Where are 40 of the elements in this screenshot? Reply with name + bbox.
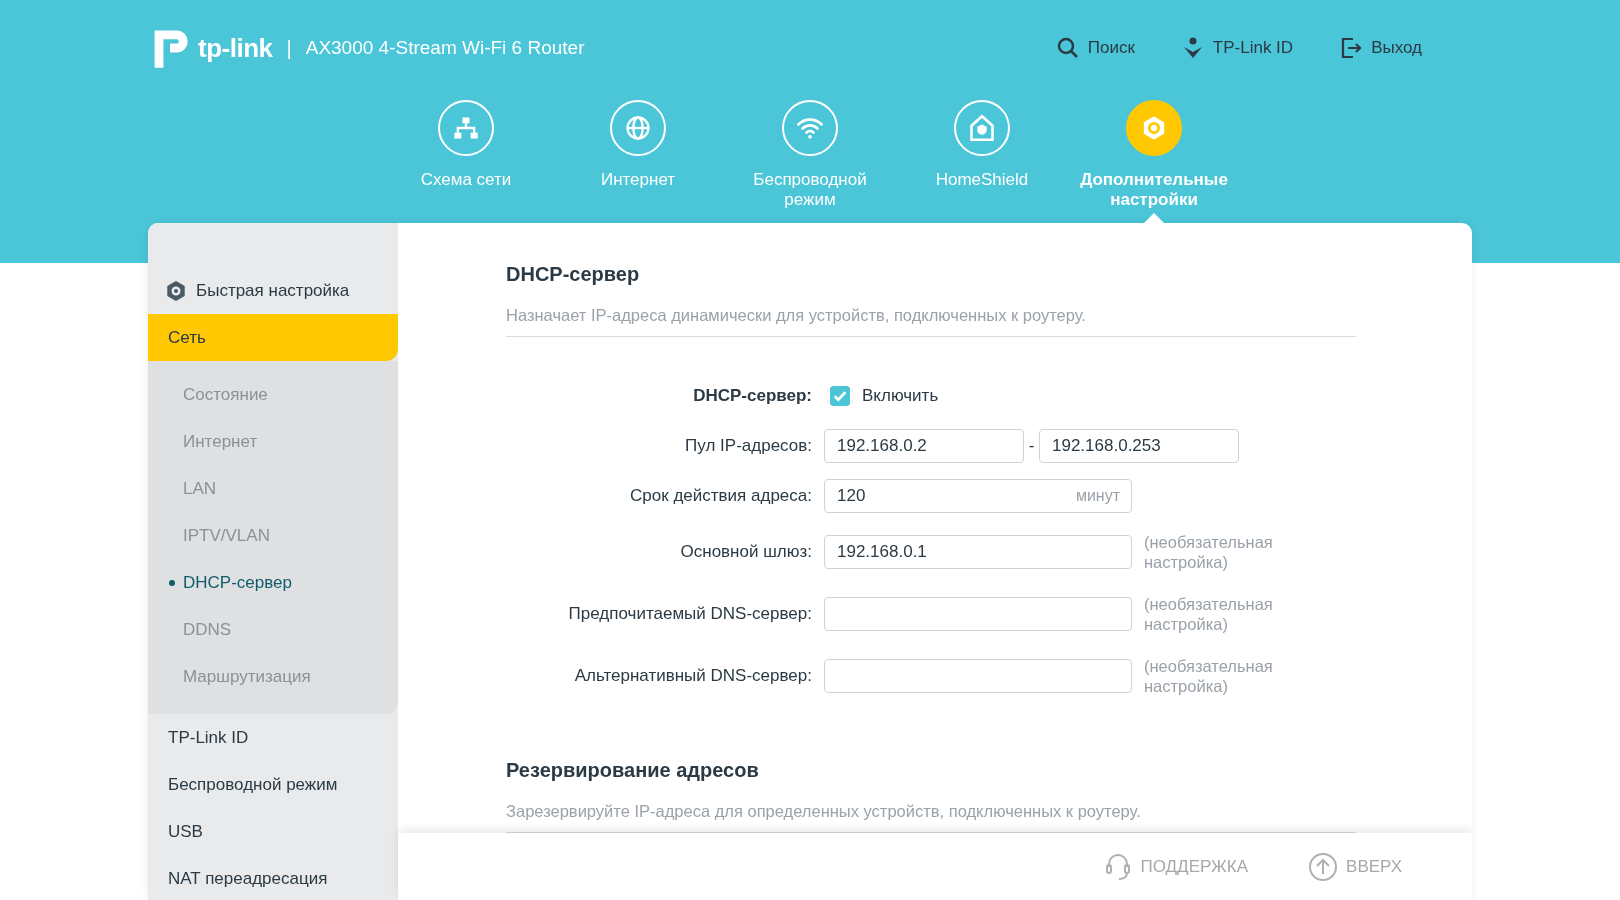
section-title: DHCP-сервер xyxy=(506,263,641,286)
gear-icon xyxy=(164,278,188,303)
input-field[interactable]: 192.168.0.253 xyxy=(1039,429,1239,463)
section-title: Резервирование адресов xyxy=(506,759,760,782)
optional-note: (необязательная настройка) xyxy=(1144,532,1274,572)
globe-icon xyxy=(624,114,652,142)
sidebar-item[interactable]: Беспроводной режим xyxy=(148,761,398,808)
sidebar-item[interactable]: Сеть xyxy=(148,314,398,361)
input-field[interactable]: 192.168.0.2 xyxy=(824,429,1024,463)
input-field[interactable] xyxy=(824,659,1132,693)
sidebar-item[interactable]: USB xyxy=(148,808,398,855)
separator: | xyxy=(286,36,292,60)
input-field[interactable] xyxy=(824,597,1132,631)
input-field[interactable]: 192.168.0.1 xyxy=(824,535,1132,569)
field-label: Предпочитаемый DNS-сервер: xyxy=(567,604,813,624)
field-label: Срок действия адреса: xyxy=(629,486,813,506)
unit-label: минут xyxy=(1075,487,1120,505)
home-shield-icon xyxy=(968,114,996,142)
field-label: Пул IP-адресов: xyxy=(684,436,813,456)
submenu-item[interactable]: DHCP-сервер xyxy=(148,559,398,606)
sidebar-item[interactable]: Быстрая настройка xyxy=(148,267,398,314)
field-label: DHCP-сервер: xyxy=(692,386,813,406)
enable-checkbox[interactable]: Включить xyxy=(830,386,939,406)
header-link[interactable]: Выход xyxy=(1339,36,1422,60)
sidebar-item[interactable]: TP-Link ID xyxy=(148,714,398,761)
header-link[interactable]: Поиск xyxy=(1055,36,1135,60)
field-label: Основной шлюз: xyxy=(679,542,813,562)
arrow-up-icon xyxy=(1308,851,1339,882)
optional-note: (необязательная настройка) xyxy=(1144,656,1274,696)
model-name: AX3000 4-Stream Wi-Fi 6 Router xyxy=(305,37,585,59)
logout-icon xyxy=(1339,36,1364,60)
logo-text: tp-link xyxy=(198,32,273,64)
header-link[interactable]: TP-Link ID xyxy=(1180,36,1294,60)
field-label: Альтернативный DNS-сервер: xyxy=(573,666,813,686)
sidebar-item[interactable]: NAT переадресация xyxy=(148,855,398,900)
search-icon xyxy=(1055,36,1080,60)
section-description: Назначает IP-адреса динамически для устройств, подключенных к роутеру. xyxy=(506,306,1087,325)
optional-note: (необязательная настройка) xyxy=(1144,594,1274,634)
range-dash: - xyxy=(1027,436,1036,456)
section-description: Зарезервируйте IP-адреса для определенных устройств, подключенных к роутеру. xyxy=(506,802,1142,821)
